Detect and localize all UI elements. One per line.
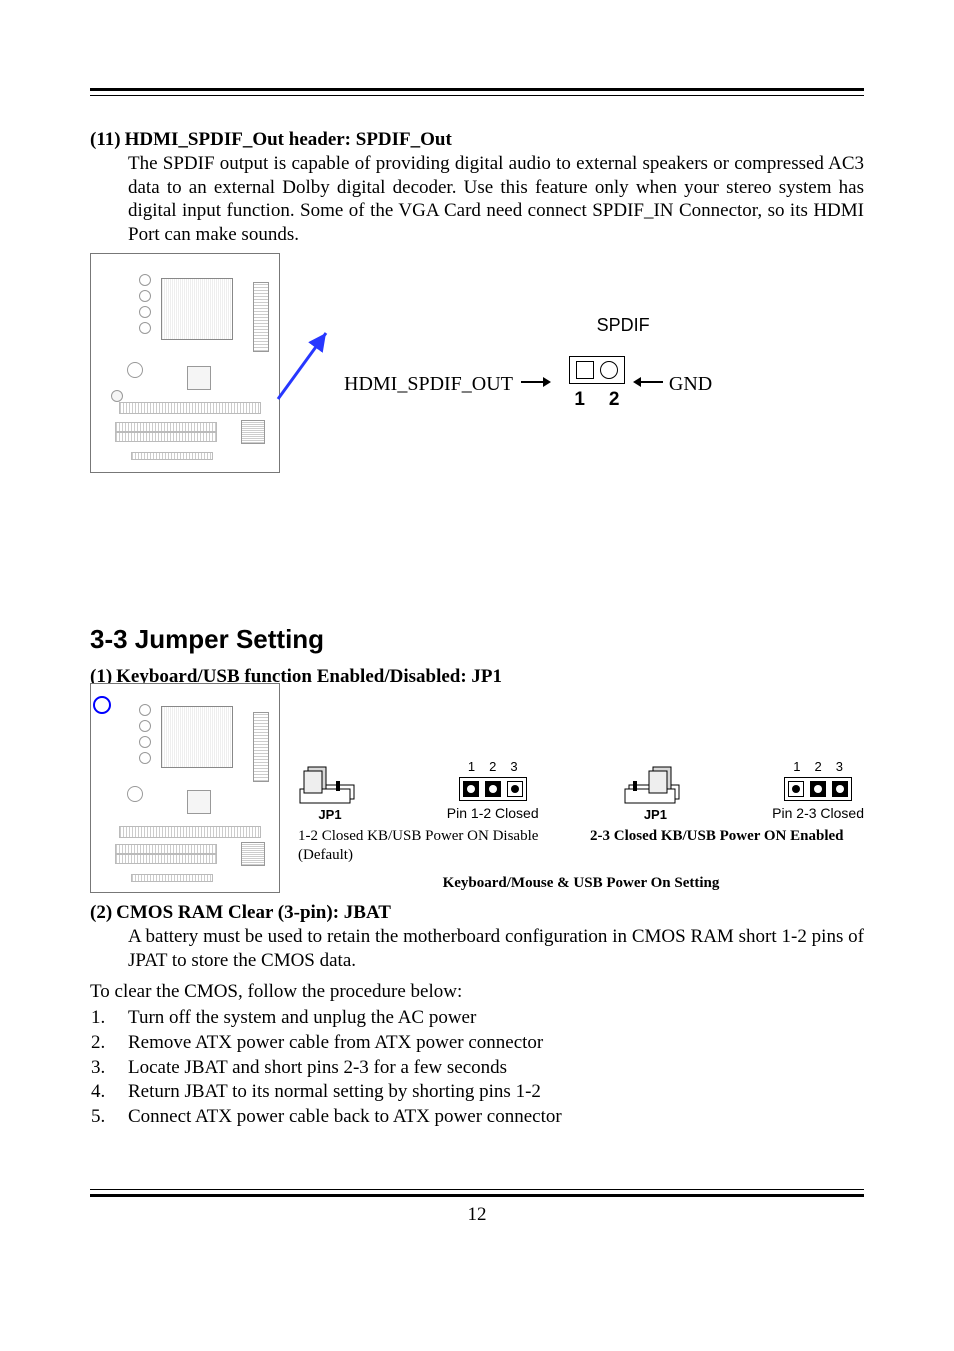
pin-header-box (569, 356, 625, 384)
section-11-figure: SPDIF HDMI_SPDIF_OUT 1 2 (90, 253, 864, 473)
pin-num-3a: 3 (510, 759, 517, 775)
arrow-left-icon (633, 372, 663, 396)
step-2: Remove ATX power cable from ATX power co… (110, 1031, 864, 1055)
section-11-title: HDMI_SPDIF_Out header: SPDIF_Out (125, 128, 452, 152)
jp1-label-right: JP1 (644, 807, 667, 823)
spdif-header-label: SPDIF (597, 314, 650, 337)
jumper-3d-icon-2 (623, 755, 687, 807)
closed23-label: Pin 2-3 Closed (772, 805, 864, 823)
step-3: Locate JBAT and short pins 2-3 for a few… (110, 1056, 864, 1080)
caption-center: Keyboard/Mouse & USB Power On Setting (298, 874, 864, 893)
pin-1-label: 1 (574, 388, 585, 412)
section-11-paragraph: The SPDIF output is capable of providing… (128, 152, 864, 247)
bottom-rule (90, 1189, 864, 1197)
arrow-right-icon (521, 372, 551, 396)
section-2-num: (2) (90, 901, 112, 925)
pin-2-label: 2 (609, 388, 620, 412)
pin-box-12closed (459, 777, 527, 801)
gnd-label: GND (669, 372, 712, 397)
jp1-location-marker-icon (93, 696, 111, 714)
pin-num-2a: 2 (489, 759, 496, 775)
section-11-num: (11) (90, 128, 121, 152)
closed12-label: Pin 1-2 Closed (447, 805, 539, 823)
section-2-heading: (2) CMOS RAM Clear (3-pin): JBAT (90, 901, 864, 925)
section-2-title: CMOS RAM Clear (3-pin): JBAT (116, 901, 391, 925)
pin-num-3b: 3 (836, 759, 843, 775)
caption-left: 1-2 Closed KB/USB Power ON Disable (Defa… (298, 827, 572, 865)
arrow-icon (274, 323, 334, 403)
pin-2-circle-icon (600, 361, 618, 379)
jp1-label-left: JP1 (318, 807, 341, 823)
step-4: Return JBAT to its normal setting by sho… (110, 1080, 864, 1104)
section-2-paragraph: A battery must be used to retain the mot… (128, 925, 864, 973)
motherboard-diagram (90, 253, 280, 473)
pin-1-square-icon (576, 361, 594, 379)
h2-jumper-setting: 3-3 Jumper Setting (90, 623, 864, 656)
motherboard-diagram-2 (90, 683, 280, 893)
cmos-clear-intro: To clear the CMOS, follow the procedure … (90, 980, 864, 1004)
page-number: 12 (90, 1203, 864, 1227)
pin-box-23closed (784, 777, 852, 801)
step-1: Turn off the system and unplug the AC po… (110, 1006, 864, 1030)
hdmi-spdif-out-label: HDMI_SPDIF_OUT (344, 372, 513, 397)
section-11-heading: (11) HDMI_SPDIF_Out header: SPDIF_Out (90, 128, 864, 152)
jumper-3d-icon (298, 755, 362, 807)
caption-right: 2-3 Closed KB/USB Power ON Enabled (590, 827, 864, 865)
step-5: Connect ATX power cable back to ATX powe… (110, 1105, 864, 1129)
pin-num-1a: 1 (468, 759, 475, 775)
pin-num-1b: 1 (793, 759, 800, 775)
section-1-figure: JP1 1 2 3 Pin 1-2 Closed (90, 683, 864, 893)
pin-num-2b: 2 (814, 759, 821, 775)
top-rule (90, 88, 864, 96)
cmos-clear-steps: Turn off the system and unplug the AC po… (94, 1006, 864, 1129)
